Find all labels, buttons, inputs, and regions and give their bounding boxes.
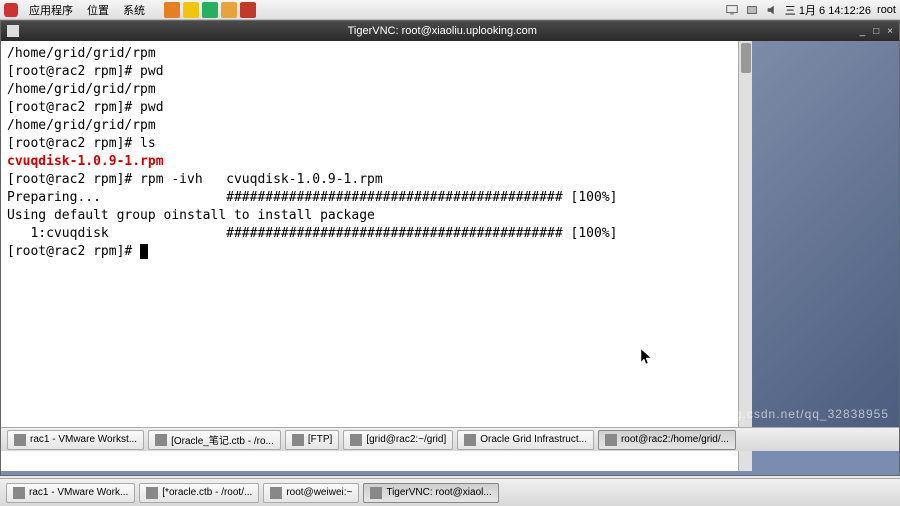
task-label: Oracle Grid Infrastruct... [480,434,587,445]
vnc-titlebar[interactable]: TigerVNC: root@xiaoliu.uplooking.com _ □… [1,21,899,41]
scrollbar-thumb[interactable] [741,43,751,73]
host-task-button[interactable]: [*oracle.ctb - /root/... [139,483,259,503]
close-button[interactable]: × [887,26,893,37]
files-icon[interactable] [221,2,237,18]
task-label: [grid@rac2:~/grid] [366,434,446,445]
remote-task-button[interactable]: [FTP] [285,430,339,450]
task-label: rac1 - VMware Workst... [30,434,137,445]
app-icon [155,434,167,446]
display-icon[interactable] [725,3,739,17]
tigervnc-window: TigerVNC: root@xiaoliu.uplooking.com _ □… [0,20,900,476]
app-icon [605,434,617,446]
remote-task-button[interactable]: root@rac2:/home/grid/... [598,430,736,450]
app-icon [146,487,158,499]
host-task-button[interactable]: root@weiwei:~ [263,483,359,503]
host-taskbar: rac1 - VMware Work... [*oracle.ctb - /roo… [0,478,900,506]
updates-icon[interactable] [745,3,759,17]
cherry-icon[interactable] [240,2,256,18]
remote-taskbar: rac1 - VMware Workst... [Oracle_笔记.ctb - … [1,427,899,451]
system-tray: 三 1月 6 14:12:26 root [725,2,896,18]
maximize-button[interactable]: □ [873,26,879,37]
menu-system[interactable]: 系统 [120,1,148,19]
host-task-button[interactable]: TigerVNC: root@xiaol... [363,483,498,503]
terminal-scrollbar[interactable] [738,41,752,471]
launcher-icons [164,2,256,18]
app-icon [370,487,382,499]
remote-desktop: /home/grid/grid/rpm [root@rac2 rpm]# pwd… [1,41,899,451]
task-label: rac1 - VMware Work... [29,487,128,498]
remote-task-button[interactable]: Oracle Grid Infrastruct... [457,430,594,450]
remote-task-button[interactable]: [Oracle_笔记.ctb - /ro... [148,430,281,450]
task-label: TigerVNC: root@xiaol... [386,487,491,498]
remote-task-button[interactable]: [grid@rac2:~/grid] [343,430,453,450]
remote-task-button[interactable]: rac1 - VMware Workst... [7,430,144,450]
user-menu[interactable]: root [877,4,896,16]
mail-icon[interactable] [183,2,199,18]
clock[interactable]: 三 1月 6 14:12:26 [785,2,871,18]
menu-applications[interactable]: 应用程序 [26,1,76,19]
app-icon [350,434,362,446]
task-label: [FTP] [308,434,332,445]
volume-icon[interactable] [765,3,779,17]
task-label: root@weiwei:~ [286,487,352,498]
window-icon [7,25,19,37]
app-icon [14,434,26,446]
app-icon [270,487,282,499]
gnome-top-panel: 应用程序 位置 系统 三 1月 6 14:12:26 root [0,0,900,20]
app-icon [13,487,25,499]
task-label: root@rac2:/home/grid/... [621,434,729,445]
terminal-window[interactable]: /home/grid/grid/rpm [root@rac2 rpm]# pwd… [1,41,752,471]
minimize-button[interactable]: _ [860,26,866,37]
app-icon [292,434,304,446]
firefox-icon[interactable] [164,2,180,18]
task-label: [*oracle.ctb - /root/... [162,487,252,498]
notes-icon[interactable] [202,2,218,18]
menu-places[interactable]: 位置 [84,1,112,19]
window-title: TigerVNC: root@xiaoliu.uplooking.com [25,25,860,37]
task-label: [Oracle_笔记.ctb - /ro... [171,432,274,447]
app-icon [464,434,476,446]
distro-icon [4,3,18,17]
terminal-output: /home/grid/grid/rpm [root@rac2 rpm]# pwd… [7,45,746,261]
host-task-button[interactable]: rac1 - VMware Work... [6,483,135,503]
